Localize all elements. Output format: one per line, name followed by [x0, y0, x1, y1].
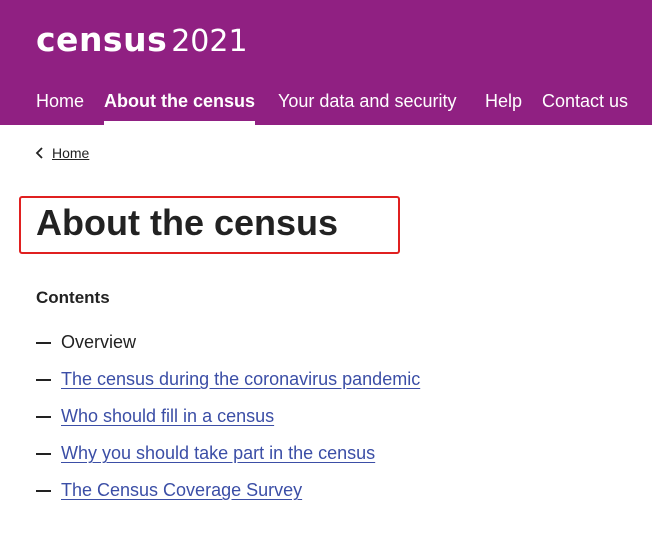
page-title: About the census	[36, 202, 339, 243]
logo-word: census	[36, 20, 168, 59]
toc-item-coverage-survey: The Census Coverage Survey	[36, 478, 420, 515]
nav-item-about-the-census[interactable]: About the census	[104, 88, 256, 125]
toc-item-why-take-part: Why you should take part in the census	[36, 441, 420, 478]
table-of-contents: Overview The census during the coronavir…	[36, 330, 420, 515]
toc-link-why-take-part[interactable]: Why you should take part in the census	[61, 441, 375, 465]
logo-year: 2021	[171, 24, 248, 59]
dash-bullet	[36, 453, 51, 455]
site-header: census 2021 Home About the census Your d…	[0, 0, 652, 125]
dash-bullet	[36, 490, 51, 492]
contents-heading: Contents	[36, 288, 110, 307]
nav-item-help[interactable]: Help	[485, 88, 522, 125]
dash-bullet	[36, 342, 51, 344]
nav-item-contact-us[interactable]: Contact us	[542, 88, 628, 125]
toc-link-who-should-fill[interactable]: Who should fill in a census	[61, 404, 274, 428]
toc-link-coverage-survey[interactable]: The Census Coverage Survey	[61, 478, 302, 502]
nav-item-your-data-and-security[interactable]: Your data and security	[278, 88, 456, 125]
dash-bullet	[36, 416, 51, 418]
breadcrumb-home-link[interactable]: Home	[52, 145, 89, 161]
toc-item-coronavirus: The census during the coronavirus pandem…	[36, 367, 420, 404]
toc-current-label: Overview	[61, 332, 137, 352]
toc-link-coronavirus[interactable]: The census during the coronavirus pandem…	[61, 367, 420, 391]
main-navigation: Home About the census Your data and secu…	[0, 88, 652, 125]
breadcrumb: Home	[34, 143, 89, 163]
nav-item-home[interactable]: Home	[36, 88, 84, 125]
toc-item-who-should-fill: Who should fill in a census	[36, 404, 420, 441]
toc-item-overview: Overview	[36, 330, 420, 367]
chevron-left-icon	[34, 143, 48, 163]
census-2021-logo[interactable]: census 2021	[36, 20, 248, 60]
dash-bullet	[36, 379, 51, 381]
